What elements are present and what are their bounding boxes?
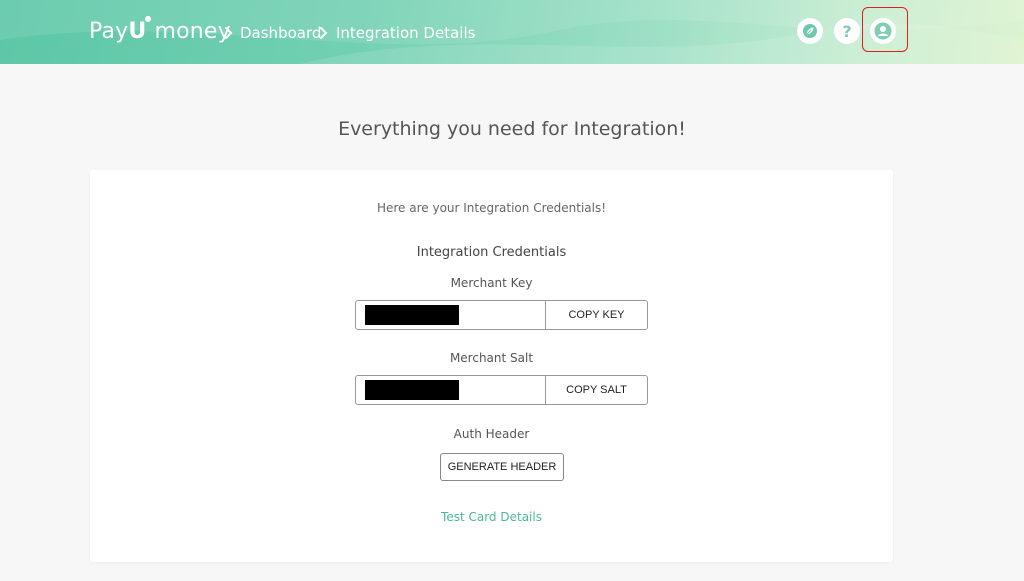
logo-pay-text: Pay: [89, 19, 129, 44]
generate-header-button[interactable]: GENERATE HEADER: [440, 453, 564, 481]
logo-u-text: U: [128, 16, 152, 44]
help-button[interactable]: ?: [834, 18, 860, 44]
merchant-salt-field[interactable]: [356, 376, 546, 404]
chevron-right-icon: [320, 27, 328, 39]
breadcrumb-dashboard[interactable]: Dashboard: [240, 22, 321, 44]
payumoney-logo[interactable]: PayU money: [89, 16, 231, 48]
copy-salt-button[interactable]: COPY SALT: [546, 376, 647, 404]
leaf-icon: [803, 24, 817, 38]
page-title: Everything you need for Integration!: [338, 118, 686, 140]
intro-text: Here are your Integration Credentials!: [376, 201, 607, 215]
redacted-value: [365, 305, 459, 325]
auth-header-label: Auth Header: [453, 427, 530, 441]
redacted-value: [365, 380, 459, 400]
chevron-right-icon: [225, 27, 233, 39]
top-header: PayU money Dashboard Integration Details …: [0, 0, 1024, 64]
leaf-icon-button[interactable]: [797, 18, 823, 44]
profile-highlight-box: [862, 7, 908, 52]
copy-key-button[interactable]: COPY KEY: [546, 301, 647, 329]
credentials-heading: Integration Credentials: [416, 245, 567, 260]
merchant-key-row: COPY KEY: [355, 300, 648, 330]
logo-money-text: money: [154, 19, 231, 44]
test-card-details-link[interactable]: Test Card Details: [90, 510, 893, 524]
merchant-key-field[interactable]: [356, 301, 546, 329]
integration-card: Here are your Integration Credentials! I…: [90, 170, 893, 562]
merchant-salt-label: Merchant Salt: [449, 351, 534, 365]
breadcrumb-integration-details: Integration Details: [336, 24, 476, 42]
merchant-salt-row: COPY SALT: [355, 375, 648, 405]
merchant-key-label: Merchant Key: [450, 276, 533, 290]
help-icon: ?: [842, 21, 852, 41]
